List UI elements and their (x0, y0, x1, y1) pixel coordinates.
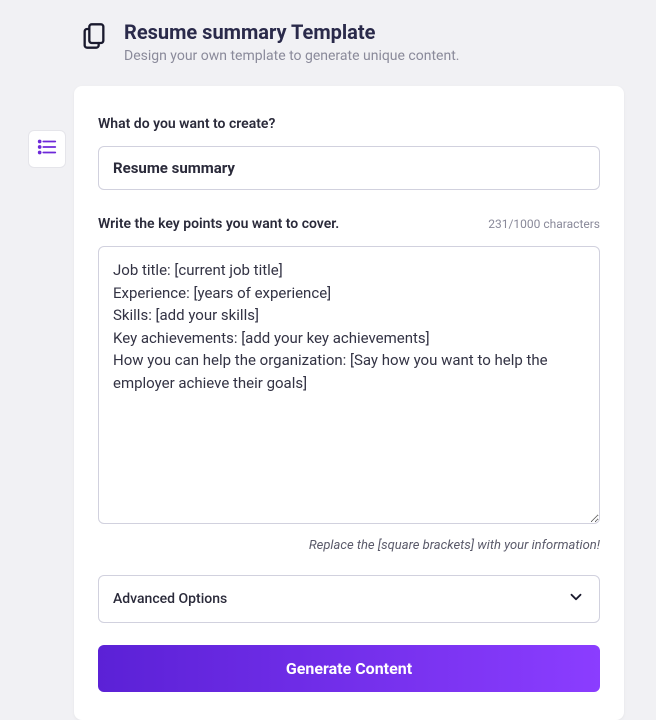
create-label: What do you want to create? (98, 116, 600, 132)
keypoints-textarea[interactable] (98, 246, 600, 524)
helper-text: Replace the [square brackets] with your … (98, 538, 600, 553)
keypoints-label: Write the key points you want to cover. (98, 216, 339, 232)
advanced-options-accordion[interactable]: Advanced Options (98, 575, 600, 623)
generate-content-button[interactable]: Generate Content (98, 645, 600, 692)
list-icon (36, 136, 58, 162)
create-input[interactable] (98, 146, 600, 190)
copy-icon (80, 22, 108, 54)
page-header: Resume summary Template Design your own … (0, 0, 656, 64)
char-counter: 231/1000 characters (488, 217, 600, 231)
page-title: Resume summary Template (124, 20, 656, 44)
chevron-down-icon (567, 588, 585, 610)
page-subtitle: Design your own template to generate uni… (124, 48, 656, 64)
template-form-card: What do you want to create? Write the ke… (74, 86, 624, 720)
side-tab-list[interactable] (28, 130, 66, 168)
advanced-options-label: Advanced Options (113, 591, 227, 607)
